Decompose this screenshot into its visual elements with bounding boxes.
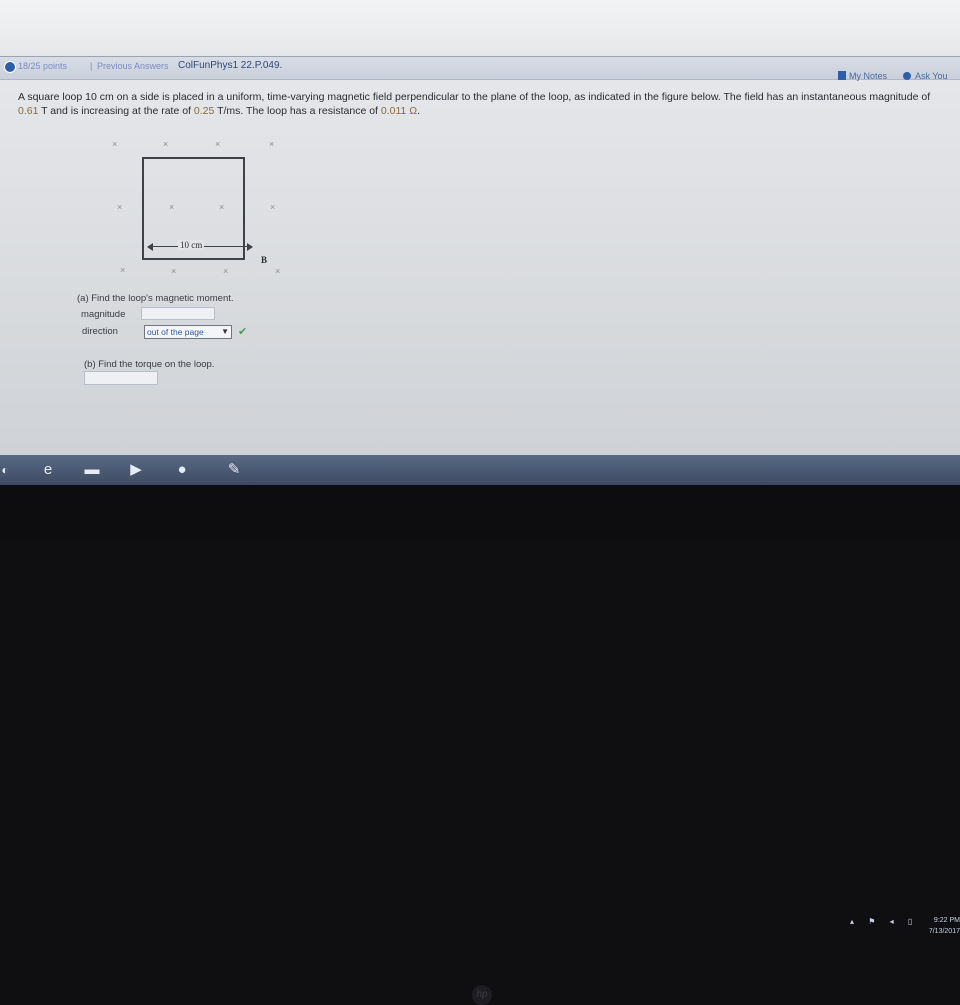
field-marker: × [269,139,275,149]
resistance-value: 0.011 Ω [380,105,418,117]
field-value: 0.61 [18,105,39,117]
notes-icon [838,71,846,80]
arrow-left-icon [147,243,153,251]
correct-check-icon: ✔ [238,326,248,338]
clock-time: 9:22 PM [933,917,960,924]
file-explorer-icon[interactable]: ▬ [80,458,104,482]
torque-input[interactable] [84,371,158,385]
header-separator: | [90,61,93,71]
question-id: ColFunPhys1 22.P.049. [178,60,283,71]
field-marker: × [112,139,118,149]
part-a-prompt: (a) Find the loop's magnetic moment. [77,293,234,304]
media-player-icon[interactable]: ▶ [124,458,148,482]
field-marker: × [163,139,169,149]
field-marker: × [117,202,123,212]
hp-logo: hp [472,985,492,1005]
magnitude-input[interactable] [141,307,215,320]
page-top-area [0,0,960,55]
question-bullet-icon [4,61,16,73]
my-notes-button[interactable]: My Notes [838,71,887,81]
chevron-down-icon: ▼ [221,327,229,336]
previous-answers-link[interactable]: Previous Answers [97,61,169,71]
direction-label: direction [82,326,118,337]
start-button[interactable]: ◐ [0,458,14,482]
field-marker: × [223,266,229,276]
direction-value: out of the page [147,327,204,337]
problem-text: T/ms. The loop has a resistance of [214,105,381,117]
dimension-label: 10 cm [178,240,205,250]
chrome-icon[interactable]: ● [170,458,194,482]
ask-icon [903,72,911,80]
problem-text: A square loop 10 cm on a side is placed … [18,91,931,103]
clock[interactable]: 9:22 PM 7/13/2017 [918,915,960,937]
taskbar: ◐ e ▬ ▶ ● ✎ ▴ ⚑ ◂ ▯ 9:22 PM 7/13/2017 [0,455,960,935]
problem-text: . [417,105,421,117]
my-notes-label: My Notes [849,71,888,81]
field-marker: × [275,266,281,276]
paint-icon[interactable]: ✎ [222,458,246,482]
internet-explorer-icon[interactable]: e [36,458,60,482]
problem-text: T and is increasing at the rate of [38,105,194,117]
field-marker: × [120,265,126,275]
magnitude-label: magnitude [81,309,126,320]
ask-label: Ask You [915,71,948,81]
loop-figure: × × × × × × × × × × × × 10 cm B [100,130,300,285]
points-label: 18/25 points [18,61,68,71]
monitor-bezel: hp [0,485,960,1005]
browser-screen: 18/25 points | Previous Answers ColFunPh… [0,0,960,455]
problem-statement: A square loop 10 cm on a side is placed … [18,90,953,118]
part-b-prompt: (b) Find the torque on the loop. [84,359,215,370]
ask-button[interactable]: Ask You [903,71,948,81]
field-marker: × [171,266,177,276]
dimension-arrow: 10 cm [147,240,253,252]
direction-select[interactable]: out of the page ▼ [144,325,232,339]
system-tray-icons[interactable]: ▴ ⚑ ◂ ▯ [850,917,918,926]
field-marker: × [270,202,276,212]
field-label: B [261,255,268,265]
field-marker: × [215,139,221,149]
question-header-bar: 18/25 points | Previous Answers ColFunPh… [0,56,960,80]
rate-value: 0.25 [193,105,215,117]
clock-date: 7/13/2017 [928,928,960,935]
arrow-right-icon [247,243,253,251]
